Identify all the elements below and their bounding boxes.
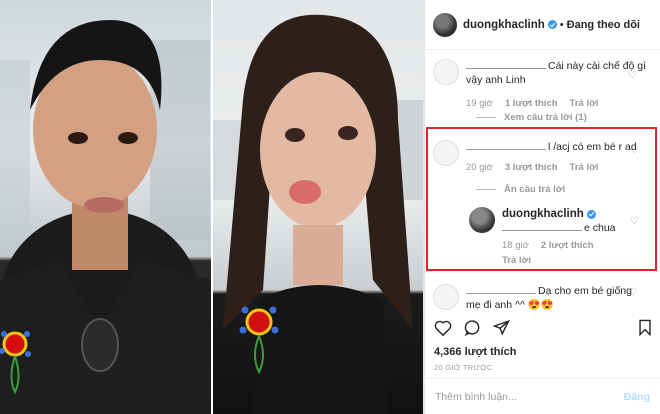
like-count[interactable]: 4,366 lượt thích	[434, 346, 516, 358]
add-comment-input[interactable]: Thêm bình luận...	[435, 391, 624, 403]
hide-replies-label[interactable]: Ẩn câu trả lời	[504, 184, 565, 195]
replies-line-divider	[476, 117, 496, 118]
comment-time[interactable]: 19 giờ	[466, 97, 493, 111]
add-comment-bar: Thêm bình luận... Đăng	[425, 378, 660, 414]
redacted-mention	[502, 221, 582, 231]
redacted-username	[466, 59, 546, 69]
reply-item: duongkhaclinh e chua 18 giờ 2 lượt thích…	[469, 207, 654, 268]
follow-status-button[interactable]: Đang theo dõi	[567, 19, 640, 31]
reply-likes[interactable]: 2 lượt thích	[541, 239, 594, 253]
comment-item: l /acj có em bé r ad 20 giờ 3 lượt thích…	[433, 140, 655, 175]
verified-badge-icon	[547, 20, 557, 29]
post-photo-right	[213, 0, 423, 414]
comment-like-heart-icon[interactable]: ♡	[630, 216, 642, 227]
view-replies-toggle[interactable]: Xem câu trả lời (1)	[476, 112, 587, 123]
view-replies-label[interactable]: Xem câu trả lời (1)	[504, 112, 587, 123]
post-comment-button[interactable]: Đăng	[624, 391, 650, 403]
reply-time[interactable]: 18 giờ	[502, 239, 529, 253]
author-username[interactable]: duongkhaclinh	[463, 19, 545, 31]
post-photo-left	[0, 0, 211, 414]
post-actions-bar	[434, 319, 652, 341]
reply-button[interactable]: Trả lời	[570, 161, 599, 175]
commenter-avatar[interactable]	[433, 284, 459, 310]
comment-like-heart-icon[interactable]: ♡	[628, 287, 642, 298]
comment-time[interactable]: 20 giờ	[466, 161, 493, 175]
comment-likes[interactable]: 1 lượt thích	[505, 97, 558, 111]
comment-item: Cái này cài chế độ gì vậy anh Linh 19 gi…	[433, 59, 655, 111]
hide-replies-toggle[interactable]: Ẩn câu trả lời	[476, 184, 565, 195]
commenter-avatar[interactable]	[433, 140, 459, 166]
reply-button[interactable]: Trả lời	[570, 97, 599, 111]
replies-line-divider	[476, 189, 496, 190]
flower-sticker-right	[237, 296, 281, 381]
commenter-avatar[interactable]	[433, 59, 459, 85]
comment-like-heart-icon[interactable]: ♡	[630, 145, 642, 156]
verified-badge-icon	[586, 209, 596, 219]
reply-author-username[interactable]: duongkhaclinh	[502, 208, 584, 220]
comment-item: Dạ cho em bé giống mẹ đi anh ^^ 😍😍	[433, 284, 655, 312]
reply-author-avatar[interactable]	[469, 207, 495, 233]
redacted-username	[466, 140, 546, 150]
post-header: duongkhaclinh • Đang theo dõi	[425, 0, 660, 50]
share-icon[interactable]	[492, 319, 510, 341]
bookmark-icon[interactable]	[638, 319, 652, 341]
flower-sticker-left	[0, 318, 34, 403]
comment-likes[interactable]: 3 lượt thích	[505, 161, 558, 175]
comment-icon[interactable]	[464, 319, 481, 341]
heart-icon[interactable]	[434, 320, 452, 341]
author-avatar[interactable]	[433, 12, 457, 37]
comment-like-heart-icon[interactable]: ♡	[628, 70, 642, 81]
comment-text: l /acj có em bé r ad	[548, 141, 637, 153]
redacted-username	[466, 284, 536, 294]
reply-text: e chua	[584, 222, 616, 234]
post-date: 20 GIỜ TRƯỚC	[434, 363, 493, 372]
header-separator: •	[559, 18, 564, 31]
reply-button[interactable]: Trả lời	[502, 254, 531, 268]
